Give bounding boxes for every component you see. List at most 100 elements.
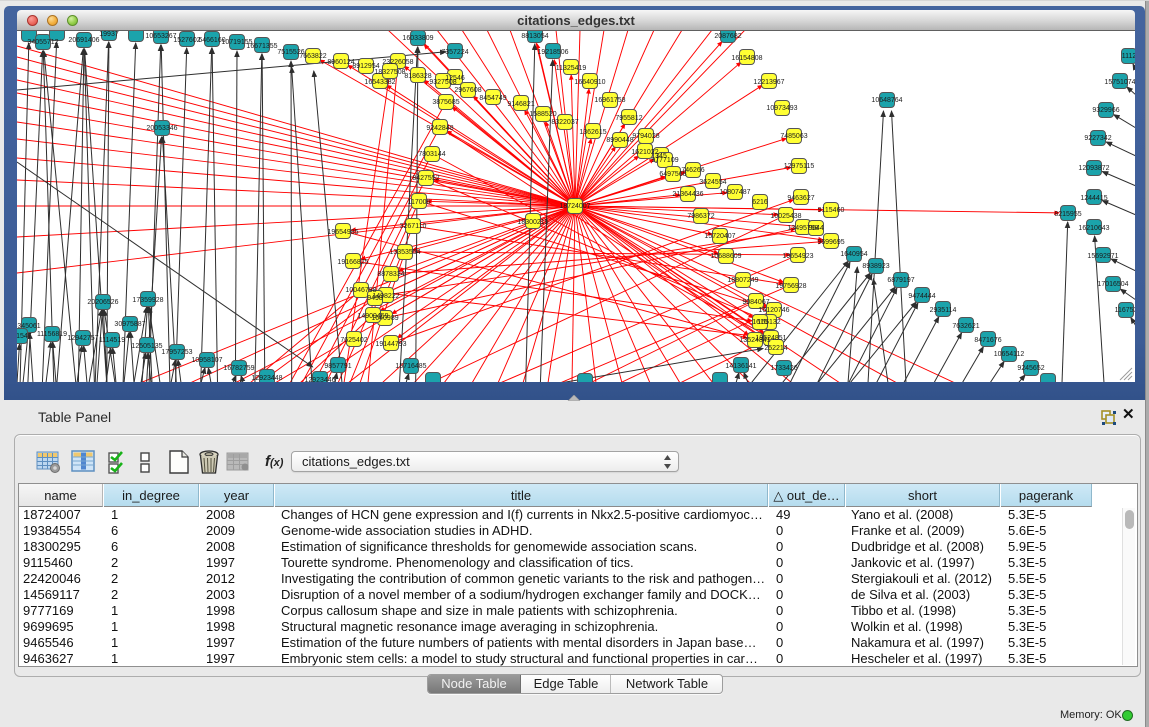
svg-text:3624554: 3624554 (699, 179, 726, 186)
svg-text:19756928: 19756928 (775, 283, 806, 290)
svg-text:17957253: 17957253 (161, 349, 192, 356)
svg-text:13353554: 13353554 (389, 249, 420, 256)
svg-text:15751074: 15751074 (1104, 79, 1135, 86)
svg-text:9327508: 9327508 (429, 79, 456, 86)
svg-text:9242848: 9242848 (426, 125, 453, 132)
svg-text:13524841: 13524841 (739, 337, 770, 344)
svg-text:9329966: 9329966 (1092, 107, 1119, 114)
svg-text:9084067: 9084067 (742, 299, 769, 306)
svg-text:8322037: 8322037 (551, 119, 578, 126)
svg-text:9115460: 9115460 (818, 207, 845, 214)
svg-text:19937: 19937 (99, 31, 119, 38)
svg-text:10807487: 10807487 (719, 189, 750, 196)
svg-text:18300215: 18300215 (517, 219, 548, 226)
svg-text:1588520: 1588520 (529, 111, 556, 118)
svg-text:12093872: 12093872 (1078, 165, 1109, 172)
svg-text:15716485: 15716485 (395, 363, 426, 370)
svg-text:20206526: 20206526 (87, 299, 118, 306)
svg-text:17359928: 17359928 (132, 297, 163, 304)
svg-text:10654112: 10654112 (994, 351, 1025, 358)
svg-text:10025438: 10025438 (770, 213, 801, 220)
svg-text:14909459: 14909459 (357, 313, 388, 320)
svg-text:11325419: 11325419 (556, 65, 587, 72)
svg-text:20691406: 20691406 (68, 37, 99, 44)
svg-text:1527602: 1527602 (173, 37, 200, 44)
svg-text:19654923: 19654923 (782, 253, 813, 260)
svg-text:11156819: 11156819 (37, 331, 67, 338)
svg-text:9227342: 9227342 (1084, 135, 1111, 142)
svg-text:9699695: 9699695 (817, 239, 844, 246)
svg-text:2935114: 2935114 (930, 307, 957, 314)
svg-text:12923448: 12923448 (251, 375, 282, 382)
svg-text:8186328: 8186328 (404, 73, 431, 80)
svg-text:7663822: 7663822 (299, 53, 326, 60)
svg-text:8427552: 8427552 (412, 175, 439, 182)
svg-text:1112: 1112 (1122, 53, 1135, 60)
svg-text:18327508: 18327508 (374, 69, 405, 76)
svg-text:2087682: 2087682 (714, 33, 741, 40)
svg-text:10046798: 10046798 (345, 287, 376, 294)
svg-text:345061: 345061 (17, 323, 40, 330)
svg-text:746266: 746266 (681, 167, 704, 174)
svg-text:6879197: 6879197 (887, 277, 914, 284)
svg-text:6216: 6216 (752, 199, 768, 206)
svg-text:16033809: 16033809 (402, 35, 433, 42)
svg-text:3875685: 3875685 (432, 99, 459, 106)
svg-text:16154808: 16154808 (731, 55, 762, 62)
svg-text:7485063: 7485063 (780, 133, 807, 140)
svg-text:9463627: 9463627 (787, 195, 814, 202)
svg-text:16120746: 16120746 (758, 307, 789, 314)
svg-text:19654985: 19654985 (327, 229, 358, 236)
svg-text:9146821: 9146821 (507, 101, 534, 108)
svg-text:16543382: 16543382 (364, 79, 395, 86)
svg-text:19166825: 19166825 (337, 259, 368, 266)
svg-text:12975115: 12975115 (784, 163, 815, 170)
svg-text:8990448: 8990448 (606, 137, 633, 144)
svg-text:1640954: 1640954 (840, 251, 867, 258)
svg-text:2967608: 2967608 (454, 87, 481, 94)
svg-text:8454749: 8454749 (479, 95, 506, 102)
svg-text:20053346: 20053346 (146, 125, 177, 132)
svg-text:10648764: 10648764 (871, 97, 902, 104)
svg-text:34055712: 34055712 (27, 39, 58, 46)
svg-text:9794028: 9794028 (632, 133, 659, 140)
svg-text:19144793: 19144793 (375, 341, 406, 348)
svg-text:1362615: 1362615 (579, 129, 606, 136)
svg-text:116753: 116753 (1115, 307, 1135, 314)
svg-text:7632621: 7632621 (952, 323, 979, 330)
svg-text:7803144: 7803144 (418, 151, 445, 158)
svg-text:12942757: 12942757 (67, 335, 98, 342)
svg-text:117006: 117006 (408, 199, 431, 206)
svg-text:21364436: 21364436 (672, 191, 703, 198)
svg-text:8878334: 8878334 (377, 271, 404, 278)
svg-text:16961758: 16961758 (594, 97, 625, 104)
svg-text:9644: 9644 (808, 225, 824, 232)
svg-text:18724007: 18724007 (559, 203, 590, 210)
svg-text:30975887: 30975887 (114, 321, 145, 328)
svg-text:12213967: 12213967 (753, 79, 784, 86)
svg-text:17016504: 17016504 (1097, 281, 1128, 288)
svg-text:9857791: 9857791 (324, 363, 351, 370)
svg-text:391547: 391547 (17, 333, 32, 340)
svg-text:9498: 9498 (367, 295, 383, 302)
svg-text:23226058: 23226058 (382, 59, 413, 66)
svg-text:10688609: 10688609 (710, 253, 741, 260)
svg-text:7986372: 7986372 (687, 213, 714, 220)
svg-text:7955812: 7955812 (615, 115, 642, 122)
svg-text:1114519: 1114519 (99, 337, 125, 344)
svg-text:9777109: 9777109 (651, 157, 678, 164)
svg-text:16640910: 16640910 (574, 79, 605, 86)
svg-text:252214: 252214 (764, 345, 787, 352)
svg-text:12923446: 12923446 (304, 377, 335, 382)
svg-text:16782759: 16782759 (223, 365, 254, 372)
svg-text:16671355: 16671355 (246, 43, 277, 50)
svg-text:10653267: 10653267 (145, 33, 176, 40)
svg-text:1733426: 1733426 (770, 365, 797, 372)
svg-text:12505135: 12505135 (131, 343, 162, 350)
svg-text:7357224: 7357224 (441, 49, 468, 56)
svg-text:8215955: 8215955 (1054, 211, 1081, 218)
svg-text:15720407: 15720407 (704, 233, 735, 240)
svg-text:8938923: 8938923 (862, 263, 889, 270)
svg-text:8960124: 8960124 (327, 59, 354, 66)
svg-text:10958107: 10958107 (191, 357, 222, 364)
